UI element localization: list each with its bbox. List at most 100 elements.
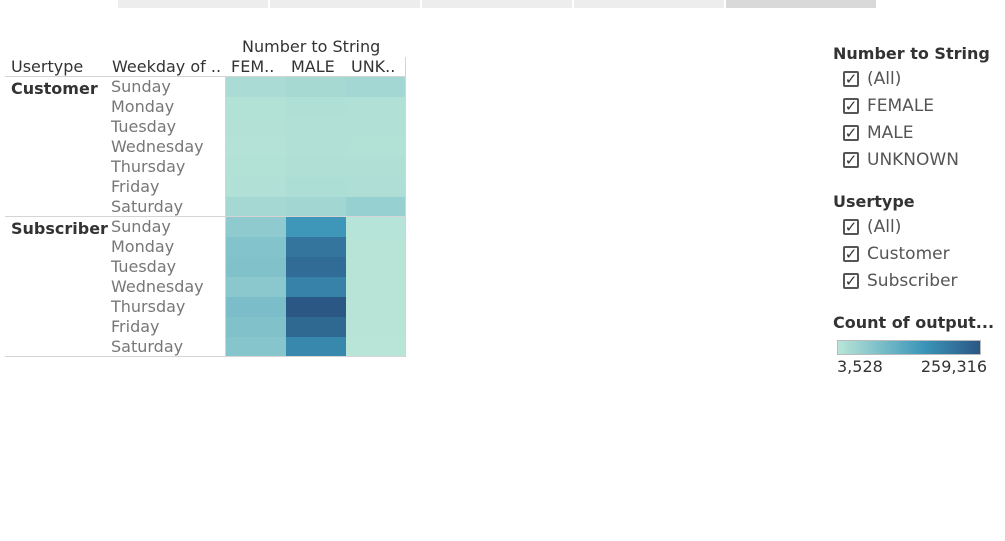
- column-label-female: FEM..: [231, 57, 275, 76]
- weekday-row-label: Thursday: [111, 297, 186, 316]
- filter-usertype: Usertype ✓ (All) ✓ Customer ✓ Subscriber: [833, 191, 958, 294]
- color-legend-max-label: 259,316: [920, 357, 987, 376]
- weekday-row-label: Friday: [111, 317, 160, 336]
- heatmap-cell[interactable]: [346, 197, 406, 217]
- heatmap-cell[interactable]: [286, 77, 346, 97]
- heatmap-cell[interactable]: [346, 277, 406, 297]
- checkbox-checked-icon[interactable]: ✓: [843, 97, 859, 114]
- heatmap-cell[interactable]: [346, 217, 406, 237]
- heatmap-cell[interactable]: [346, 117, 406, 137]
- heatmap-cell[interactable]: [286, 217, 346, 237]
- heatmap-cell[interactable]: [226, 77, 286, 97]
- filter-item-unknown[interactable]: ✓ UNKNOWN: [833, 146, 990, 173]
- filter-item-label: (All): [867, 216, 902, 237]
- heatmap-cell[interactable]: [286, 257, 346, 277]
- heatmap-cell[interactable]: [226, 217, 286, 237]
- heatmap-cell[interactable]: [226, 177, 286, 197]
- heatmap-cell[interactable]: [346, 237, 406, 257]
- weekday-row-label: Thursday: [111, 157, 186, 176]
- filter-item-label: (All): [867, 68, 902, 89]
- dashboard-tab-strip: [118, 0, 878, 8]
- heatmap-cell[interactable]: [346, 317, 406, 337]
- heatmap-cell[interactable]: [346, 137, 406, 157]
- checkbox-checked-icon[interactable]: ✓: [843, 218, 859, 235]
- heatmap-cell[interactable]: [226, 197, 286, 217]
- filter-item-male[interactable]: ✓ MALE: [833, 119, 990, 146]
- heatmap-cell[interactable]: [346, 77, 406, 97]
- heatmap-cell[interactable]: [286, 177, 346, 197]
- usertype-row-label: Customer: [11, 79, 98, 98]
- heatmap-cell[interactable]: [286, 317, 346, 337]
- checkbox-checked-icon[interactable]: ✓: [843, 124, 859, 141]
- heatmap-cell[interactable]: [226, 277, 286, 297]
- weekday-row-label: Friday: [111, 177, 160, 196]
- filter-item-customer[interactable]: ✓ Customer: [833, 240, 958, 267]
- weekday-row-label: Wednesday: [111, 137, 204, 156]
- weekday-row-label: Tuesday: [111, 257, 177, 276]
- usertype-header: Usertype: [11, 57, 84, 76]
- weekday-row-label: Sunday: [111, 77, 171, 96]
- heatmap-cell[interactable]: [286, 337, 346, 357]
- filter-item-subscriber[interactable]: ✓ Subscriber: [833, 267, 958, 294]
- heatmap-cell[interactable]: [286, 157, 346, 177]
- color-legend: Count of output... 3,528 259,316: [833, 312, 995, 376]
- heatmap-cell[interactable]: [286, 137, 346, 157]
- column-label-unknown: UNK..: [351, 57, 396, 76]
- filter-item-label: Subscriber: [867, 270, 958, 291]
- heatmap-cell[interactable]: [346, 337, 406, 357]
- weekday-row-label: Monday: [111, 97, 175, 116]
- heatmap-cell[interactable]: [226, 257, 286, 277]
- checkbox-checked-icon[interactable]: ✓: [843, 272, 859, 289]
- filter-number-to-string: Number to String ✓ (All) ✓ FEMALE ✓ MALE…: [833, 43, 990, 173]
- dashboard-tab-1[interactable]: [118, 0, 268, 8]
- checkbox-checked-icon[interactable]: ✓: [843, 245, 859, 262]
- heatmap-cell[interactable]: [346, 97, 406, 117]
- heatmap-cell[interactable]: [226, 297, 286, 317]
- heatmap-cell[interactable]: [286, 117, 346, 137]
- filter-title: Number to String: [833, 44, 990, 63]
- weekday-row-label: Monday: [111, 237, 175, 256]
- filter-item-label: FEMALE: [867, 95, 935, 116]
- heatmap-cell[interactable]: [226, 157, 286, 177]
- heatmap-cell[interactable]: [286, 297, 346, 317]
- dashboard-tab-3[interactable]: [422, 0, 572, 8]
- checkbox-checked-icon[interactable]: ✓: [843, 70, 859, 87]
- filter-item-all[interactable]: ✓ (All): [833, 65, 990, 92]
- weekday-row-label: Saturday: [111, 197, 184, 216]
- weekday-row-label: Tuesday: [111, 117, 177, 136]
- color-legend-title: Count of output...: [833, 313, 995, 332]
- usertype-row-label: Subscriber: [11, 219, 108, 238]
- color-legend-min-label: 3,528: [837, 357, 883, 376]
- filter-item-label: UNKNOWN: [867, 149, 959, 170]
- heatmap-cell[interactable]: [226, 97, 286, 117]
- weekday-row-label: Sunday: [111, 217, 171, 236]
- heatmap-cell[interactable]: [226, 117, 286, 137]
- heatmap-cell[interactable]: [286, 97, 346, 117]
- heatmap-cell[interactable]: [286, 277, 346, 297]
- filter-item-female[interactable]: ✓ FEMALE: [833, 92, 990, 119]
- header-divider: [5, 76, 406, 77]
- heatmap-cell[interactable]: [286, 237, 346, 257]
- table-right-border: [405, 57, 406, 357]
- heatmap-cell[interactable]: [286, 197, 346, 217]
- column-label-male: MALE: [291, 57, 335, 76]
- dashboard-tab-4[interactable]: [574, 0, 724, 8]
- heatmap-cell[interactable]: [346, 157, 406, 177]
- heatmap-cell[interactable]: [226, 337, 286, 357]
- filter-title: Usertype: [833, 192, 915, 211]
- heatmap-cell[interactable]: [226, 237, 286, 257]
- checkbox-checked-icon[interactable]: ✓: [843, 151, 859, 168]
- heatmap-cell[interactable]: [346, 177, 406, 197]
- heatmap-cell[interactable]: [226, 317, 286, 337]
- filter-item-all[interactable]: ✓ (All): [833, 213, 958, 240]
- heatmap-cell[interactable]: [346, 297, 406, 317]
- filter-item-label: MALE: [867, 122, 914, 143]
- group-divider: [5, 356, 406, 357]
- heatmap-cell[interactable]: [346, 257, 406, 277]
- column-header-title: Number to String: [242, 37, 381, 56]
- heatmap-cell[interactable]: [226, 137, 286, 157]
- weekday-header: Weekday of ..: [112, 57, 222, 76]
- weekday-row-label: Saturday: [111, 337, 184, 356]
- dashboard-tab-2[interactable]: [270, 0, 420, 8]
- dashboard-tab-5[interactable]: [726, 0, 876, 8]
